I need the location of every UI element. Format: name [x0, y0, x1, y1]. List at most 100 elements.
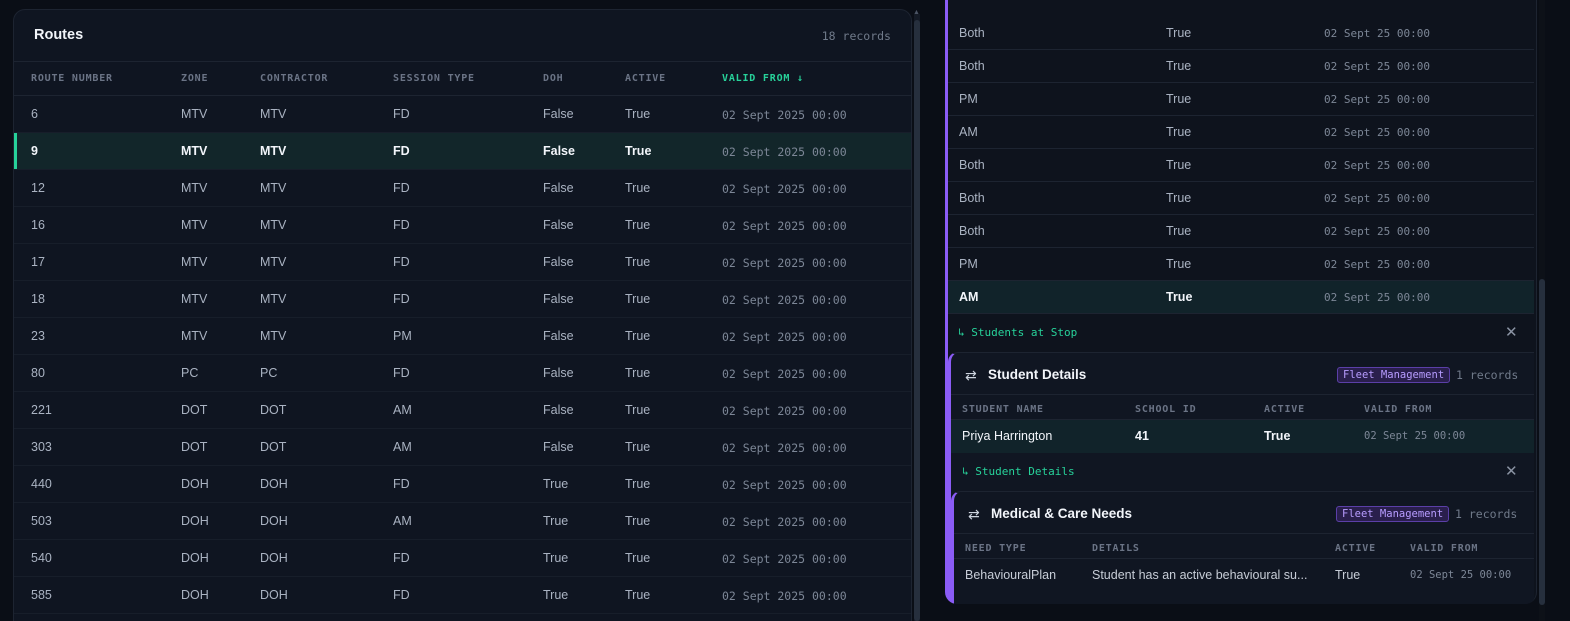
stop-row[interactable]: Both True 02 Sept 25 00:00	[948, 50, 1534, 83]
stop-row[interactable]: Both True 02 Sept 25 00:00	[948, 149, 1534, 182]
medical-row[interactable]: BehaviouralPlan Student has an active be…	[954, 558, 1534, 592]
route-doh: False	[543, 107, 574, 121]
close-icon[interactable]: ✕	[1505, 325, 1518, 340]
col-medical-active[interactable]: ACTIVE	[1335, 543, 1376, 554]
routes-scrollbar[interactable]	[914, 14, 920, 621]
stop-valid-from: 02 Sept 25 00:00	[1324, 93, 1430, 106]
stop-active: True	[1166, 92, 1192, 106]
stop-row[interactable]: PM True 02 Sept 25 00:00	[948, 83, 1534, 116]
route-session-type: AM	[393, 514, 412, 528]
route-row[interactable]: 80 PC PC FD False True 02 Sept 2025 00:00	[14, 355, 911, 392]
route-valid-from: 02 Sept 2025 00:00	[722, 589, 847, 603]
stop-session: AM	[959, 125, 978, 139]
route-route-number: 6	[31, 107, 38, 121]
stop-row[interactable]: AM True 02 Sept 25 00:00	[948, 116, 1534, 149]
col-student-valid-from[interactable]: VALID FROM	[1364, 404, 1432, 415]
need-active: True	[1335, 568, 1361, 582]
fleet-management-badge: Fleet Management	[1337, 367, 1451, 383]
route-doh: False	[543, 218, 574, 232]
stop-active: True	[1166, 290, 1193, 304]
col-zone[interactable]: ZONE	[181, 73, 208, 84]
col-route-number[interactable]: ROUTE NUMBER	[31, 73, 113, 84]
drilldown-panel: Both True 02 Sept 25 00:00 Both True 02 Sept …	[945, 0, 1537, 604]
col-medical-valid-from[interactable]: VALID FROM	[1410, 543, 1478, 554]
route-contractor: DOH	[260, 514, 288, 528]
routes-scrollbar-thumb[interactable]	[914, 20, 920, 621]
scroll-up-arrow-icon[interactable]: ▲	[913, 9, 920, 16]
stop-row[interactable]: Both True 02 Sept 25 00:00	[948, 17, 1534, 50]
route-active: True	[625, 107, 651, 121]
close-icon[interactable]: ✕	[1505, 464, 1518, 479]
route-doh: True	[543, 551, 569, 565]
col-doh[interactable]: DOH	[543, 73, 563, 84]
swap-arrows-icon[interactable]: ⇄	[965, 367, 977, 384]
col-school-id[interactable]: SCHOOL ID	[1135, 404, 1196, 415]
routes-table-body: 6 MTV MTV FD False True 02 Sept 2025 00:00 9 MTV…	[14, 96, 911, 614]
route-zone: DOH	[181, 514, 209, 528]
col-valid-from-sorted[interactable]: VALID FROM ↓	[722, 73, 804, 84]
route-zone: MTV	[181, 218, 208, 232]
col-details[interactable]: DETAILS	[1092, 543, 1140, 554]
stop-active: True	[1166, 158, 1192, 172]
stop-session: Both	[959, 59, 985, 73]
route-active: True	[625, 588, 651, 602]
route-row[interactable]: 16 MTV MTV FD False True 02 Sept 2025 00:00	[14, 207, 911, 244]
stop-row[interactable]: Both True 02 Sept 25 00:00	[948, 215, 1534, 248]
route-session-type: FD	[393, 218, 410, 232]
route-doh: True	[543, 477, 569, 491]
routes-record-count: 18 records	[821, 29, 891, 43]
stop-valid-from: 02 Sept 25 00:00	[1324, 126, 1430, 139]
route-row[interactable]: 440 DOH DOH FD True True 02 Sept 2025 00:00	[14, 466, 911, 503]
breadcrumb-students-at-stop[interactable]: ↳ Students at Stop	[958, 326, 1077, 339]
route-active: True	[625, 514, 651, 528]
route-route-number: 12	[31, 181, 45, 195]
stop-active: True	[1166, 59, 1192, 73]
route-active: True	[625, 440, 651, 454]
route-session-type: PM	[393, 329, 412, 343]
route-valid-from: 02 Sept 2025 00:00	[722, 404, 847, 418]
route-row[interactable]: 9 MTV MTV FD False True 02 Sept 2025 00:00	[14, 133, 911, 170]
col-student-name[interactable]: STUDENT NAME	[962, 404, 1044, 415]
route-row[interactable]: 17 MTV MTV FD False True 02 Sept 2025 00:00	[14, 244, 911, 281]
route-row[interactable]: 585 DOH DOH FD True True 02 Sept 2025 00:00	[14, 577, 911, 614]
col-active[interactable]: ACTIVE	[625, 73, 666, 84]
col-contractor[interactable]: CONTRACTOR	[260, 73, 328, 84]
col-need-type[interactable]: NEED TYPE	[965, 543, 1026, 554]
route-row[interactable]: 12 MTV MTV FD False True 02 Sept 2025 00:00	[14, 170, 911, 207]
stop-session: PM	[959, 257, 978, 271]
route-row[interactable]: 221 DOT DOT AM False True 02 Sept 2025 00:00	[14, 392, 911, 429]
route-row[interactable]: 303 DOT DOT AM False True 02 Sept 2025 00:00	[14, 429, 911, 466]
route-row[interactable]: 503 DOH DOH AM True True 02 Sept 2025 00:00	[14, 503, 911, 540]
breadcrumb-student-details[interactable]: ↳ Student Details	[962, 465, 1075, 478]
route-zone: MTV	[181, 181, 208, 195]
route-route-number: 440	[31, 477, 52, 491]
stop-valid-from: 02 Sept 25 00:00	[1324, 258, 1430, 271]
student-row[interactable]: Priya Harrington 41 True 02 Sept 25 00:0…	[951, 419, 1534, 453]
col-student-active[interactable]: ACTIVE	[1264, 404, 1305, 415]
route-doh: False	[543, 144, 575, 158]
swap-arrows-icon[interactable]: ⇄	[968, 506, 980, 523]
route-doh: False	[543, 181, 574, 195]
route-row[interactable]: 23 MTV MTV PM False True 02 Sept 2025 00:00	[14, 318, 911, 355]
stop-row[interactable]: PM True 02 Sept 25 00:00	[948, 248, 1534, 281]
route-row[interactable]: 6 MTV MTV FD False True 02 Sept 2025 00:00	[14, 96, 911, 133]
route-doh: False	[543, 403, 574, 417]
col-session-type[interactable]: SESSION TYPE	[393, 73, 475, 84]
route-valid-from: 02 Sept 2025 00:00	[722, 182, 847, 196]
route-valid-from: 02 Sept 2025 00:00	[722, 108, 847, 122]
route-valid-from: 02 Sept 2025 00:00	[722, 145, 847, 159]
route-row[interactable]: 18 MTV MTV FD False True 02 Sept 2025 00:00	[14, 281, 911, 318]
route-zone: DOH	[181, 477, 209, 491]
drilldown-scrollbar[interactable]	[1539, 0, 1545, 621]
drilldown-scrollbar-thumb[interactable]	[1539, 279, 1545, 605]
stop-row[interactable]: AM True 02 Sept 25 00:00	[948, 281, 1534, 314]
stop-row[interactable]: Both True 02 Sept 25 00:00	[948, 182, 1534, 215]
route-active: True	[625, 292, 651, 306]
route-doh: False	[543, 440, 574, 454]
stop-session: Both	[959, 224, 985, 238]
route-session-type: FD	[393, 292, 410, 306]
route-route-number: 17	[31, 255, 45, 269]
route-row[interactable]: 540 DOH DOH FD True True 02 Sept 2025 00:00	[14, 540, 911, 577]
route-active: True	[625, 181, 651, 195]
route-contractor: DOH	[260, 477, 288, 491]
